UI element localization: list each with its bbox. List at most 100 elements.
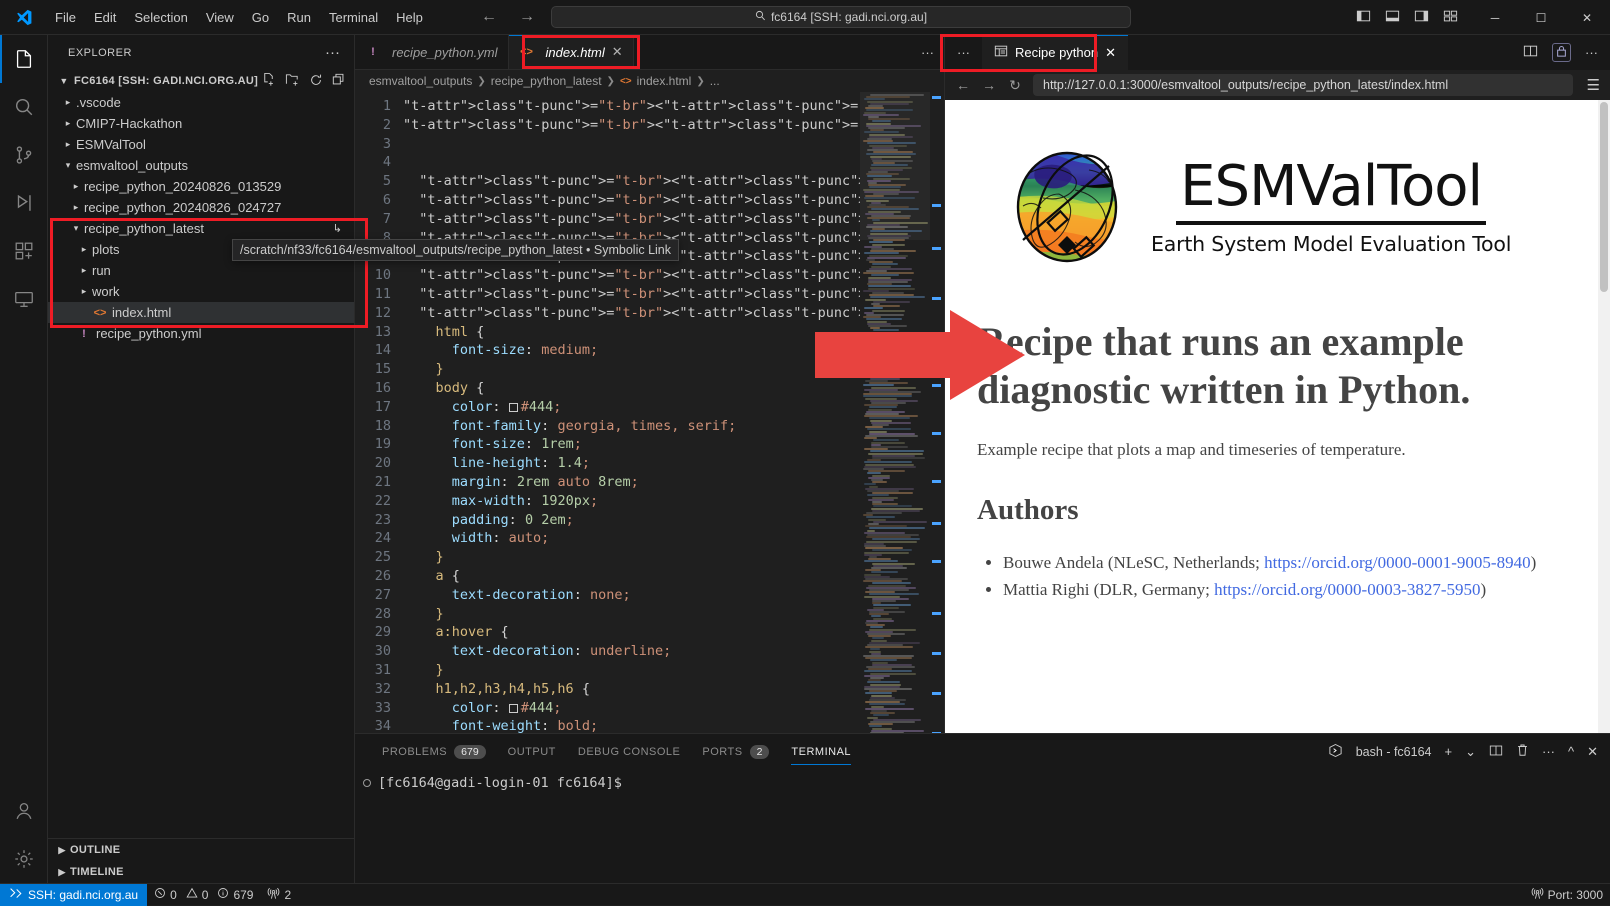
terminal-instance-name[interactable]: bash - fc6164 xyxy=(1356,745,1432,759)
activity-accounts-icon[interactable] xyxy=(0,787,48,835)
maximize-panel-icon[interactable]: ^ xyxy=(1568,744,1574,759)
workspace-root-row[interactable]: ▼ FC6164 [SSH: GADI.NCI.ORG.AU] xyxy=(48,70,354,92)
menu-edit[interactable]: Edit xyxy=(85,7,125,28)
panel-tab-debug-console[interactable]: DEBUG CONSOLE xyxy=(567,734,691,769)
menu-file[interactable]: File xyxy=(46,7,85,28)
author-orcid-link[interactable]: https://orcid.org/0000-0001-9005-8940 xyxy=(1264,553,1530,572)
command-center-input[interactable]: fc6164 [SSH: gadi.nci.org.au] xyxy=(551,6,1131,28)
breadcrumb-item-3[interactable]: ... xyxy=(710,74,720,88)
chevron-right-icon[interactable]: ▸ xyxy=(76,286,92,297)
chevron-right-icon[interactable]: ▶ xyxy=(54,867,70,878)
tab-recipe-python-yml[interactable]: ! recipe_python.yml xyxy=(355,35,509,69)
chevron-right-icon[interactable]: ▸ xyxy=(60,139,76,150)
editor-tab-actions[interactable]: ··· xyxy=(921,35,944,69)
go-forward-icon[interactable]: → xyxy=(517,8,537,26)
menu-selection[interactable]: Selection xyxy=(125,7,196,28)
url-input[interactable]: http://127.0.0.1:3000/esmvaltool_outputs… xyxy=(1033,74,1573,96)
status-ports[interactable]: 2 xyxy=(260,884,298,906)
chevron-right-icon[interactable]: ▸ xyxy=(60,118,76,129)
new-file-icon[interactable] xyxy=(261,72,276,90)
tree-item-recipe-python-latest[interactable]: ▾ recipe_python_latest ↳ xyxy=(48,218,354,239)
browser-back-icon[interactable]: ← xyxy=(955,77,971,93)
activity-source-control-icon[interactable] xyxy=(0,131,48,179)
tree-item-recipe-python-yml[interactable]: ! recipe_python.yml xyxy=(48,323,354,344)
split-editor-icon[interactable] xyxy=(1523,44,1538,61)
terminal-body[interactable]: [fc6164@gadi-login-01 fc6164]$ xyxy=(355,769,1610,883)
collapse-all-icon[interactable] xyxy=(332,73,346,90)
chevron-right-icon[interactable]: ▸ xyxy=(76,265,92,276)
webview-scrollbar[interactable] xyxy=(1598,100,1610,733)
tree-item-index-html[interactable]: <> index.html xyxy=(48,302,354,323)
lock-icon[interactable] xyxy=(1552,43,1571,62)
go-back-icon[interactable]: ← xyxy=(479,8,499,26)
author-orcid-link[interactable]: https://orcid.org/0000-0003-3827-5950 xyxy=(1214,580,1480,599)
browser-tabbar-overflow[interactable]: ··· xyxy=(945,35,982,70)
scrollbar-thumb[interactable] xyxy=(1600,102,1608,292)
panel-tab-output[interactable]: OUTPUT xyxy=(497,734,567,769)
tree-item-run[interactable]: ▸ run xyxy=(48,260,354,281)
breadcrumb-item-0[interactable]: esmvaltool_outputs xyxy=(369,74,472,88)
hamburger-icon[interactable]: ☰ xyxy=(1583,76,1600,94)
chevron-right-icon[interactable]: ▸ xyxy=(76,244,92,255)
toggle-primary-sidebar-icon[interactable] xyxy=(1356,9,1371,26)
refresh-icon[interactable] xyxy=(309,73,323,90)
tab-recipe-python-preview[interactable]: Recipe python ✕ xyxy=(982,35,1128,70)
breadcrumb[interactable]: esmvaltool_outputs ❯ recipe_python_lates… xyxy=(355,70,944,92)
chevron-right-icon[interactable]: ▸ xyxy=(68,202,84,213)
browser-forward-icon[interactable]: → xyxy=(981,77,997,93)
menu-bar[interactable]: File Edit Selection View Go Run Terminal… xyxy=(46,7,432,28)
panel-more-actions[interactable]: ··· xyxy=(1542,744,1555,759)
split-terminal-icon[interactable] xyxy=(1489,744,1503,760)
tree-item-cmip7-hackathon[interactable]: ▸ CMIP7-Hackathon xyxy=(48,113,354,134)
webview[interactable]: ESMValTool Earth System Model Evaluation… xyxy=(945,100,1610,733)
source-code[interactable]: "t-attr">class"t-punc">="t-br"><"t-attr"… xyxy=(403,92,860,733)
overview-ruler[interactable] xyxy=(930,92,944,733)
status-remote-indicator[interactable]: SSH: gadi.nci.org.au xyxy=(0,884,147,906)
tree-item--vscode[interactable]: ▸ .vscode xyxy=(48,92,354,113)
menu-go[interactable]: Go xyxy=(243,7,278,28)
browser-more-actions[interactable]: ··· xyxy=(1585,45,1598,60)
activity-run-debug-icon[interactable] xyxy=(0,179,48,227)
close-tab-icon[interactable]: ✕ xyxy=(1105,45,1116,61)
activity-search-icon[interactable] xyxy=(0,83,48,131)
customize-layout-icon[interactable] xyxy=(1443,9,1458,26)
activity-settings-gear-icon[interactable] xyxy=(0,835,48,883)
minimize-button[interactable]: ─ xyxy=(1472,0,1518,35)
tree-item-recipe-python-20240826-024727[interactable]: ▸ recipe_python_20240826_024727 xyxy=(48,197,354,218)
panel-tab-terminal[interactable]: TERMINAL xyxy=(780,734,862,769)
tree-item-esmvaltool-outputs[interactable]: ▾ esmvaltool_outputs xyxy=(48,155,354,176)
tree-item-work[interactable]: ▸ work xyxy=(48,281,354,302)
maximize-button[interactable]: ☐ xyxy=(1518,0,1564,35)
file-tree[interactable]: ▼ FC6164 [SSH: GADI.NCI.ORG.AU] ▸ .vscod… xyxy=(48,70,354,838)
close-panel-icon[interactable]: ✕ xyxy=(1587,744,1598,760)
kill-terminal-icon[interactable] xyxy=(1516,743,1529,760)
timeline-section[interactable]: ▶ TIMELINE xyxy=(48,861,354,883)
code-viewport[interactable]: 1234567891011121314151617181920212223242… xyxy=(355,92,944,733)
status-problems[interactable]: 0 0 679 xyxy=(147,884,260,906)
panel-tab-ports[interactable]: PORTS 2 xyxy=(691,734,780,769)
menu-terminal[interactable]: Terminal xyxy=(320,7,387,28)
chevron-down-icon[interactable]: ⌄ xyxy=(1465,744,1476,760)
chevron-down-icon[interactable]: ▾ xyxy=(68,223,84,234)
chevron-right-icon[interactable]: ▸ xyxy=(60,97,76,108)
outline-section[interactable]: ▶ OUTLINE xyxy=(48,839,354,861)
chevron-down-icon[interactable]: ▾ xyxy=(60,160,76,171)
new-folder-icon[interactable] xyxy=(285,72,300,90)
chevron-down-icon[interactable]: ▼ xyxy=(56,76,72,86)
tab-index-html[interactable]: <> index.html ✕ xyxy=(509,35,634,69)
chevron-right-icon[interactable]: ▸ xyxy=(68,181,84,192)
add-terminal-icon[interactable]: + xyxy=(1444,744,1452,759)
tree-item-esmvaltool[interactable]: ▸ ESMValTool xyxy=(48,134,354,155)
activity-explorer-icon[interactable] xyxy=(0,35,48,83)
tree-item-recipe-python-20240826-013529[interactable]: ▸ recipe_python_20240826_013529 xyxy=(48,176,354,197)
browser-reload-icon[interactable]: ↻ xyxy=(1007,77,1023,94)
close-tab-icon[interactable]: ✕ xyxy=(612,44,623,60)
menu-run[interactable]: Run xyxy=(278,7,320,28)
status-port-3000[interactable]: Port: 3000 xyxy=(1524,884,1610,906)
menu-view[interactable]: View xyxy=(197,7,243,28)
close-window-button[interactable]: ✕ xyxy=(1564,0,1610,35)
panel-tab-problems[interactable]: PROBLEMS 679 xyxy=(371,734,497,769)
activity-extensions-icon[interactable] xyxy=(0,227,48,275)
chevron-right-icon[interactable]: ▶ xyxy=(54,845,70,856)
toggle-panel-icon[interactable] xyxy=(1385,9,1400,26)
